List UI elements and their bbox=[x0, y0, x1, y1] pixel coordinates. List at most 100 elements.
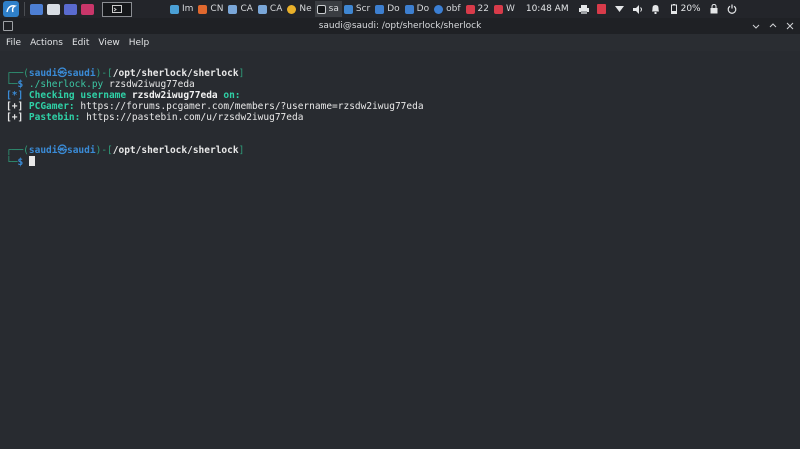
result-site: PCGamer: bbox=[23, 101, 75, 112]
menu-bar: File Actions Edit View Help bbox=[0, 34, 800, 51]
browser-launcher-icon[interactable] bbox=[64, 3, 77, 15]
task-label: Do bbox=[416, 4, 430, 14]
firefox-icon bbox=[434, 4, 444, 14]
task-screenshot[interactable]: Scr bbox=[342, 1, 373, 17]
checking-username: rzsdw2iwug77eda bbox=[131, 90, 218, 101]
task-label: Scr bbox=[355, 4, 371, 14]
image-icon bbox=[170, 4, 179, 14]
task-terminal[interactable]: sa bbox=[314, 1, 342, 17]
prompt-line-2: ┌──(saudi㉿saudi)-[/opt/sherlock/sherlock… bbox=[6, 145, 800, 156]
window-controls bbox=[749, 19, 796, 32]
document-icon bbox=[198, 4, 208, 14]
command-text: ./sherlock.py bbox=[28, 79, 104, 90]
task-image-viewer[interactable]: Im bbox=[168, 1, 196, 17]
pdf-tray-icon[interactable] bbox=[597, 4, 607, 14]
prompt-user: saudi㉿saudi bbox=[28, 68, 96, 79]
prompt-box: ┌──( bbox=[6, 145, 29, 156]
menu-edit[interactable]: Edit bbox=[72, 38, 89, 48]
info-marker: [*] bbox=[6, 90, 24, 101]
task-label: sa bbox=[328, 4, 339, 14]
command-line-2: └─$ bbox=[6, 156, 800, 168]
pdf-icon bbox=[493, 4, 503, 14]
task-list: Im CN CA CA Ne sa Scr Do Do obf 22 W bbox=[168, 1, 518, 17]
power-icon[interactable] bbox=[727, 4, 737, 14]
checking-text: Checking username bbox=[23, 90, 132, 101]
result-url: https://forums.pcgamer.com/members/?user… bbox=[74, 101, 424, 112]
task-label: CN bbox=[210, 4, 224, 14]
output-checking-line: [*] Checking username rzsdw2iwug77eda on… bbox=[6, 90, 800, 101]
window-terminal-icon[interactable] bbox=[3, 21, 13, 31]
close-icon[interactable] bbox=[783, 19, 796, 32]
result-url: https://pastebin.com/u/rzsdw2iwug77eda bbox=[80, 112, 304, 123]
menu-file[interactable]: File bbox=[6, 38, 21, 48]
task-chrome[interactable]: Ne bbox=[285, 1, 314, 17]
lock-screen-icon[interactable] bbox=[709, 4, 719, 14]
dropdown-tray-icon[interactable] bbox=[615, 4, 625, 14]
launcher-group bbox=[30, 3, 94, 15]
task-label: Im bbox=[182, 4, 194, 14]
system-tray: 10:48 AM 20% bbox=[522, 4, 741, 14]
window-titlebar[interactable]: saudi@saudi: /opt/sherlock/sherlock bbox=[0, 18, 800, 34]
task-label: CA bbox=[269, 4, 283, 14]
menu-view[interactable]: View bbox=[98, 38, 119, 48]
terminal-output[interactable]: ┌──(saudi㉿saudi)-[/opt/sherlock/sherlock… bbox=[0, 51, 800, 449]
top-panel: Im CN CA CA Ne sa Scr Do Do obf 22 W 10:… bbox=[0, 0, 800, 18]
task-folder-2[interactable]: Do bbox=[403, 1, 432, 17]
terminal-mini-icon bbox=[112, 5, 122, 13]
prompt-path: /opt/sherlock/sherlock bbox=[112, 68, 239, 79]
task-label: 22 bbox=[477, 4, 489, 14]
prompt-box: )-[ bbox=[95, 145, 113, 156]
window-title: saudi@saudi: /opt/sherlock/sherlock bbox=[318, 21, 482, 31]
chrome-icon bbox=[287, 4, 297, 14]
volume-icon[interactable] bbox=[632, 4, 643, 14]
checking-suffix: on: bbox=[217, 90, 241, 101]
prompt-user: saudi㉿saudi bbox=[28, 145, 96, 156]
result-site: Pastebin: bbox=[23, 112, 81, 123]
prompt-box: └─ bbox=[6, 79, 18, 90]
clock[interactable]: 10:48 AM bbox=[526, 4, 569, 14]
task-firefox[interactable]: obf bbox=[432, 1, 463, 17]
prompt-path: /opt/sherlock/sherlock bbox=[112, 145, 239, 156]
terminal-icon bbox=[316, 4, 326, 14]
task-label: W bbox=[505, 4, 515, 14]
prompt-box: )-[ bbox=[95, 68, 113, 79]
file-manager-icon[interactable] bbox=[47, 3, 60, 15]
screenshot-icon bbox=[343, 4, 353, 14]
task-document-ca-2[interactable]: CA bbox=[256, 1, 285, 17]
prompt-dollar: $ bbox=[17, 157, 29, 168]
task-pdf-1[interactable]: 22 bbox=[464, 1, 492, 17]
task-label: obf bbox=[446, 4, 461, 14]
command-argument: rzsdw2iwug77eda bbox=[103, 79, 195, 90]
kali-menu-icon[interactable] bbox=[3, 1, 19, 17]
task-label: Do bbox=[387, 4, 400, 14]
prompt-box: └─ bbox=[6, 157, 18, 168]
menu-help[interactable]: Help bbox=[129, 38, 150, 48]
prompt-dollar: $ bbox=[17, 79, 29, 90]
workspace-switcher[interactable] bbox=[102, 1, 132, 17]
output-result-line: [+] Pastebin: https://pastebin.com/u/rzs… bbox=[6, 112, 800, 123]
panel-separator bbox=[24, 2, 25, 16]
task-document-ca-1[interactable]: CA bbox=[226, 1, 255, 17]
battery-level: 20% bbox=[680, 4, 701, 14]
minimize-icon[interactable] bbox=[749, 19, 762, 32]
show-desktop-icon[interactable] bbox=[30, 3, 43, 15]
menu-actions[interactable]: Actions bbox=[30, 38, 63, 48]
folder-icon bbox=[404, 4, 414, 14]
text-cursor[interactable] bbox=[28, 156, 35, 166]
workspace-launcher-icon[interactable] bbox=[81, 3, 94, 15]
task-label: Ne bbox=[299, 4, 312, 14]
printer-icon[interactable] bbox=[578, 4, 589, 14]
prompt-box: ] bbox=[238, 68, 245, 79]
document-icon bbox=[257, 4, 267, 14]
task-folder-1[interactable]: Do bbox=[373, 1, 402, 17]
notification-bell-icon[interactable] bbox=[651, 4, 661, 14]
maximize-icon[interactable] bbox=[766, 19, 779, 32]
task-document-cn[interactable]: CN bbox=[196, 1, 226, 17]
pdf-icon bbox=[465, 4, 475, 14]
folder-icon bbox=[375, 4, 385, 14]
result-marker: [+] bbox=[6, 112, 24, 123]
task-pdf-2[interactable]: W bbox=[492, 1, 518, 17]
battery-icon[interactable] bbox=[669, 4, 679, 14]
